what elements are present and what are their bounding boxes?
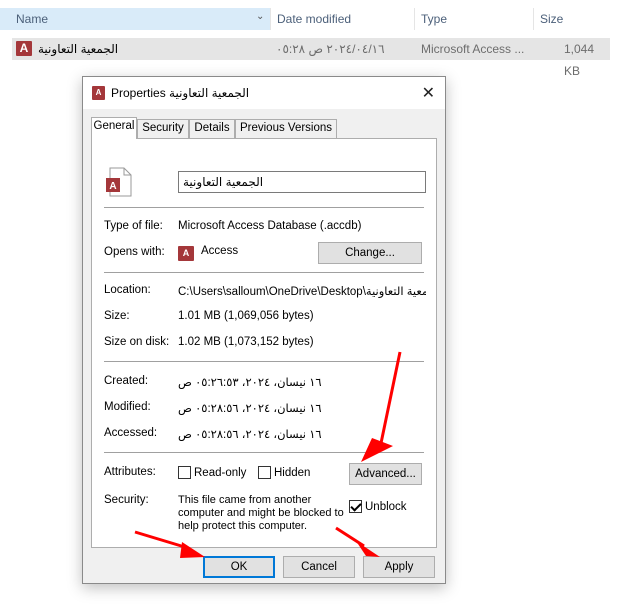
column-name-label: Name bbox=[16, 12, 49, 26]
security-label: Security: bbox=[104, 494, 149, 506]
column-divider[interactable] bbox=[533, 8, 534, 30]
security-message-line: This file came from another bbox=[178, 494, 312, 506]
column-size-label: Size bbox=[540, 12, 564, 26]
column-header-size[interactable]: Size bbox=[540, 8, 563, 30]
tab-label: General bbox=[93, 120, 135, 132]
close-icon[interactable]: ✕ bbox=[422, 83, 435, 103]
opens-with-value: Access bbox=[201, 245, 239, 257]
tab-label: Previous Versions bbox=[239, 122, 333, 134]
security-message-line: computer and might be blocked to bbox=[178, 507, 344, 519]
access-app-icon: A bbox=[178, 246, 194, 261]
file-date-modified: ٢٠٢٤/٠٤/١٦ ص ٠٥:٢٨ bbox=[276, 42, 385, 56]
created-value: ١٦ نيسان، ٢٠٢٤، ٠٥:٢٦:٥٣ ص bbox=[178, 377, 322, 389]
dialog-titlebar[interactable]: A الجمعية التعاونية Properties ✕ bbox=[83, 77, 445, 109]
advanced-button[interactable]: Advanced... bbox=[349, 463, 422, 485]
divider bbox=[104, 207, 424, 208]
change-button[interactable]: Change... bbox=[318, 242, 422, 264]
file-size: 1,044 KB bbox=[564, 42, 595, 78]
security-message-line: help protect this computer. bbox=[178, 520, 308, 532]
tab-label: Details bbox=[194, 122, 230, 134]
column-header-name[interactable]: Name bbox=[0, 8, 270, 30]
file-list-row[interactable]: A الجمعية التعاونية ٢٠٢٤/٠٤/١٦ ص ٠٥:٢٨ M… bbox=[12, 38, 610, 78]
file-name: الجمعية التعاونية bbox=[38, 42, 119, 56]
properties-dialog: A الجمعية التعاونية Properties ✕ General… bbox=[82, 76, 446, 584]
location-label: Location: bbox=[104, 284, 151, 296]
ok-button[interactable]: OK bbox=[203, 556, 275, 578]
tab-label: Security bbox=[142, 122, 184, 134]
accessed-label: Accessed: bbox=[104, 427, 158, 439]
column-header-date-modified[interactable]: Date modified bbox=[277, 8, 351, 30]
column-header-type[interactable]: Type bbox=[421, 8, 447, 30]
access-file-icon: A bbox=[92, 86, 105, 100]
type-of-file-label: Type of file: bbox=[104, 220, 163, 232]
accessed-value: ١٦ نيسان، ٢٠٢٤، ٠٥:٢٨:٥٦ ص bbox=[178, 429, 322, 441]
dialog-title: الجمعية التعاونية Properties bbox=[111, 86, 250, 100]
svg-text:A: A bbox=[109, 181, 116, 192]
access-file-icon: A bbox=[16, 41, 32, 56]
tab-security[interactable]: Security bbox=[137, 119, 189, 138]
type-of-file-value: Microsoft Access Database (.accdb) bbox=[178, 220, 362, 232]
column-divider[interactable] bbox=[414, 8, 415, 30]
attributes-label: Attributes: bbox=[104, 466, 156, 478]
modified-value: ١٦ نيسان، ٢٠٢٤، ٠٥:٢٨:٥٦ ص bbox=[178, 403, 322, 415]
location-value: C:\Users\salloum\OneDrive\Desktop\الجمعي… bbox=[178, 286, 426, 298]
tab-previous-versions[interactable]: Previous Versions bbox=[235, 119, 337, 138]
general-tab-panel: A الجمعية التعاونية Type of file: Micros… bbox=[91, 138, 437, 548]
modified-label: Modified: bbox=[104, 401, 151, 413]
hidden-label[interactable]: Hidden bbox=[274, 467, 310, 479]
file-name-field[interactable]: الجمعية التعاونية bbox=[178, 171, 426, 193]
divider bbox=[104, 361, 424, 362]
size-on-disk-value: 1.02 MB (1,073,152 bytes) bbox=[178, 336, 314, 348]
access-document-icon: A bbox=[106, 167, 132, 197]
tab-details[interactable]: Details bbox=[189, 119, 235, 138]
tab-general[interactable]: General bbox=[91, 117, 137, 139]
chevron-down-icon[interactable]: ⌄ bbox=[256, 11, 264, 22]
read-only-label[interactable]: Read-only bbox=[194, 467, 246, 479]
divider bbox=[104, 272, 424, 273]
size-label: Size: bbox=[104, 310, 130, 322]
apply-button[interactable]: Apply bbox=[363, 556, 435, 578]
explorer-column-header: ︿ Name ⌄ Date modified Type Size bbox=[0, 0, 632, 38]
size-on-disk-label: Size on disk: bbox=[104, 336, 170, 348]
read-only-checkbox[interactable] bbox=[178, 466, 191, 479]
column-type-label: Type bbox=[421, 12, 448, 26]
security-message: This file came from another computer and… bbox=[178, 494, 348, 533]
opens-with-label: Opens with: bbox=[104, 246, 165, 258]
created-label: Created: bbox=[104, 375, 149, 387]
divider bbox=[104, 452, 424, 453]
file-type: Microsoft Access ... bbox=[421, 42, 525, 56]
unblock-checkbox[interactable] bbox=[349, 500, 362, 513]
column-date-label: Date modified bbox=[277, 12, 352, 26]
hidden-checkbox[interactable] bbox=[258, 466, 271, 479]
cancel-button[interactable]: Cancel bbox=[283, 556, 355, 578]
column-divider[interactable] bbox=[270, 8, 271, 30]
size-value: 1.01 MB (1,069,056 bytes) bbox=[178, 310, 314, 322]
unblock-label[interactable]: Unblock bbox=[365, 501, 407, 513]
